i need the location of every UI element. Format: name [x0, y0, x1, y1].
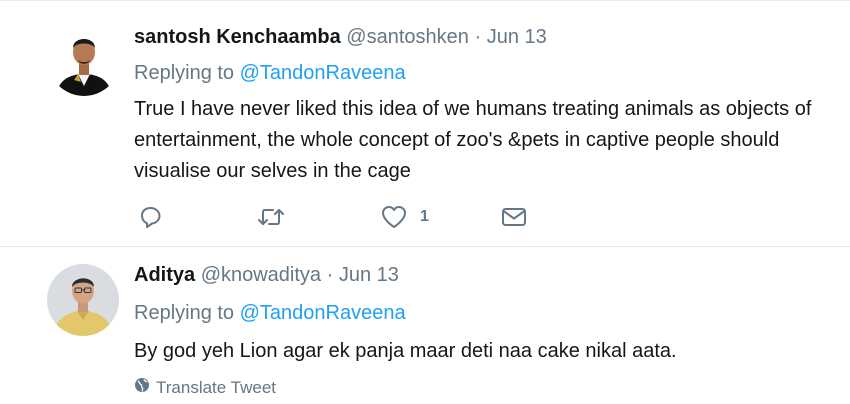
- tweet-header: Aditya @knowaditya · Jun 13: [134, 264, 399, 287]
- timestamp[interactable]: Jun 13: [487, 26, 547, 48]
- tweet-text: True I have never liked this idea of we …: [134, 98, 812, 182]
- tweet-item[interactable]: santosh Kenchaamba @santoshken · Jun 13 …: [0, 0, 850, 246]
- mention-link[interactable]: @TandonRaveena: [240, 302, 406, 324]
- separator-dot: ·: [474, 26, 482, 48]
- replying-to-label: Replying to: [134, 62, 235, 84]
- translate-tweet-link[interactable]: Translate Tweet: [134, 377, 276, 398]
- separator-dot: ·: [326, 264, 334, 286]
- mention-link[interactable]: @TandonRaveena: [240, 62, 406, 84]
- retweet-icon: [256, 204, 286, 230]
- retweet-button[interactable]: [256, 202, 286, 232]
- user-handle[interactable]: @knowaditya: [201, 264, 321, 286]
- like-button[interactable]: 1: [380, 202, 429, 232]
- like-count: 1: [420, 208, 429, 225]
- tweet-header: santosh Kenchaamba @santoshken · Jun 13: [134, 26, 547, 49]
- user-fullname[interactable]: santosh Kenchaamba: [134, 26, 341, 48]
- replying-to: Replying to @TandonRaveena: [134, 62, 406, 85]
- reply-icon: [138, 204, 164, 230]
- avatar[interactable]: [47, 264, 119, 336]
- reply-button[interactable]: [138, 202, 164, 232]
- tweet-item[interactable]: Aditya @knowaditya · Jun 13 Replying to …: [0, 247, 850, 404]
- replying-to-label: Replying to: [134, 302, 235, 324]
- direct-message-button[interactable]: [500, 202, 528, 232]
- tweet-actions: 1: [134, 202, 554, 232]
- envelope-icon: [500, 204, 528, 230]
- timestamp[interactable]: Jun 13: [339, 264, 399, 286]
- user-handle[interactable]: @santoshken: [346, 26, 469, 48]
- heart-icon: [380, 204, 408, 230]
- globe-icon: [134, 377, 156, 398]
- replying-to: Replying to @TandonRaveena: [134, 302, 406, 325]
- tweet-text: By god yeh Lion agar ek panja maar deti …: [134, 340, 677, 362]
- user-fullname[interactable]: Aditya: [134, 264, 195, 286]
- avatar[interactable]: [48, 24, 120, 96]
- translate-label: Translate Tweet: [156, 377, 277, 397]
